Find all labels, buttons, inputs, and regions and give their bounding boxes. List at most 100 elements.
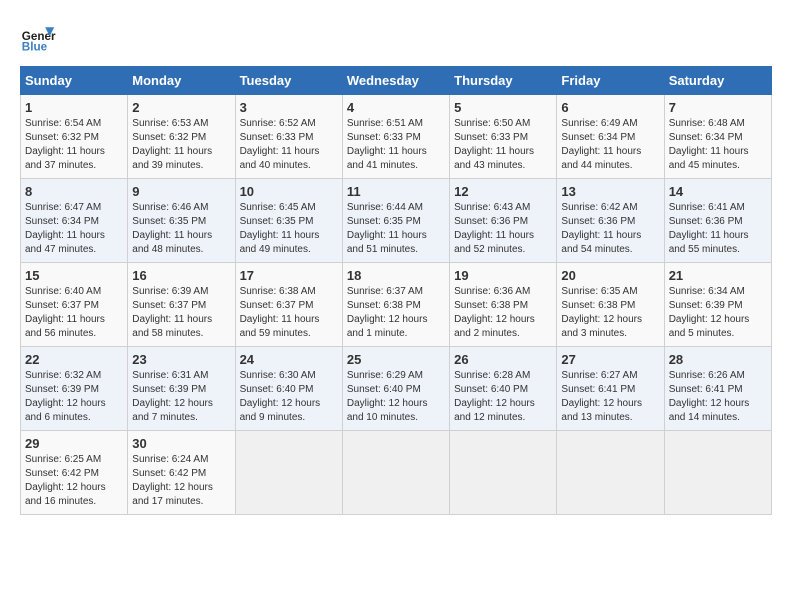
- day-number: 9: [132, 184, 230, 199]
- day-number: 7: [669, 100, 767, 115]
- day-info: Sunrise: 6:49 AMSunset: 6:34 PMDaylight:…: [561, 118, 641, 171]
- day-number: 27: [561, 352, 659, 367]
- day-info: Sunrise: 6:51 AMSunset: 6:33 PMDaylight:…: [347, 118, 427, 171]
- logo: General Blue: [20, 20, 56, 56]
- day-info: Sunrise: 6:40 AMSunset: 6:37 PMDaylight:…: [25, 286, 105, 339]
- day-info: Sunrise: 6:30 AMSunset: 6:40 PMDaylight:…: [240, 370, 321, 423]
- calendar-cell: [450, 431, 557, 515]
- calendar-cell: 17 Sunrise: 6:38 AMSunset: 6:37 PMDaylig…: [235, 263, 342, 347]
- day-number: 23: [132, 352, 230, 367]
- day-number: 25: [347, 352, 445, 367]
- calendar-cell: 16 Sunrise: 6:39 AMSunset: 6:37 PMDaylig…: [128, 263, 235, 347]
- calendar-cell: [235, 431, 342, 515]
- calendar-cell: 1 Sunrise: 6:54 AMSunset: 6:32 PMDayligh…: [21, 95, 128, 179]
- weekday-header-cell: Tuesday: [235, 67, 342, 95]
- day-number: 1: [25, 100, 123, 115]
- day-number: 8: [25, 184, 123, 199]
- day-info: Sunrise: 6:37 AMSunset: 6:38 PMDaylight:…: [347, 286, 428, 339]
- calendar-cell: 11 Sunrise: 6:44 AMSunset: 6:35 PMDaylig…: [342, 179, 449, 263]
- day-info: Sunrise: 6:32 AMSunset: 6:39 PMDaylight:…: [25, 370, 106, 423]
- calendar-week-row: 29 Sunrise: 6:25 AMSunset: 6:42 PMDaylig…: [21, 431, 772, 515]
- day-number: 20: [561, 268, 659, 283]
- logo-icon: General Blue: [20, 20, 56, 56]
- day-info: Sunrise: 6:53 AMSunset: 6:32 PMDaylight:…: [132, 118, 212, 171]
- day-info: Sunrise: 6:50 AMSunset: 6:33 PMDaylight:…: [454, 118, 534, 171]
- calendar-table: SundayMondayTuesdayWednesdayThursdayFrid…: [20, 66, 772, 515]
- calendar-cell: 14 Sunrise: 6:41 AMSunset: 6:36 PMDaylig…: [664, 179, 771, 263]
- calendar-cell: 10 Sunrise: 6:45 AMSunset: 6:35 PMDaylig…: [235, 179, 342, 263]
- calendar-cell: 29 Sunrise: 6:25 AMSunset: 6:42 PMDaylig…: [21, 431, 128, 515]
- day-number: 5: [454, 100, 552, 115]
- calendar-cell: 2 Sunrise: 6:53 AMSunset: 6:32 PMDayligh…: [128, 95, 235, 179]
- svg-text:Blue: Blue: [22, 41, 48, 54]
- day-info: Sunrise: 6:31 AMSunset: 6:39 PMDaylight:…: [132, 370, 213, 423]
- day-info: Sunrise: 6:42 AMSunset: 6:36 PMDaylight:…: [561, 202, 641, 255]
- calendar-cell: 12 Sunrise: 6:43 AMSunset: 6:36 PMDaylig…: [450, 179, 557, 263]
- day-number: 26: [454, 352, 552, 367]
- day-info: Sunrise: 6:25 AMSunset: 6:42 PMDaylight:…: [25, 454, 106, 507]
- day-info: Sunrise: 6:38 AMSunset: 6:37 PMDaylight:…: [240, 286, 320, 339]
- day-number: 28: [669, 352, 767, 367]
- day-info: Sunrise: 6:24 AMSunset: 6:42 PMDaylight:…: [132, 454, 213, 507]
- calendar-cell: 3 Sunrise: 6:52 AMSunset: 6:33 PMDayligh…: [235, 95, 342, 179]
- day-number: 4: [347, 100, 445, 115]
- day-info: Sunrise: 6:41 AMSunset: 6:36 PMDaylight:…: [669, 202, 749, 255]
- calendar-cell: 19 Sunrise: 6:36 AMSunset: 6:38 PMDaylig…: [450, 263, 557, 347]
- day-info: Sunrise: 6:54 AMSunset: 6:32 PMDaylight:…: [25, 118, 105, 171]
- weekday-header-cell: Thursday: [450, 67, 557, 95]
- day-number: 24: [240, 352, 338, 367]
- day-info: Sunrise: 6:46 AMSunset: 6:35 PMDaylight:…: [132, 202, 212, 255]
- weekday-header-cell: Saturday: [664, 67, 771, 95]
- day-number: 19: [454, 268, 552, 283]
- day-info: Sunrise: 6:47 AMSunset: 6:34 PMDaylight:…: [25, 202, 105, 255]
- calendar-body: 1 Sunrise: 6:54 AMSunset: 6:32 PMDayligh…: [21, 95, 772, 515]
- calendar-cell: 5 Sunrise: 6:50 AMSunset: 6:33 PMDayligh…: [450, 95, 557, 179]
- calendar-cell: 25 Sunrise: 6:29 AMSunset: 6:40 PMDaylig…: [342, 347, 449, 431]
- page-header: General Blue: [20, 20, 772, 56]
- day-number: 6: [561, 100, 659, 115]
- day-number: 18: [347, 268, 445, 283]
- day-number: 21: [669, 268, 767, 283]
- weekday-header-cell: Wednesday: [342, 67, 449, 95]
- calendar-cell: 7 Sunrise: 6:48 AMSunset: 6:34 PMDayligh…: [664, 95, 771, 179]
- weekday-header-cell: Friday: [557, 67, 664, 95]
- calendar-week-row: 8 Sunrise: 6:47 AMSunset: 6:34 PMDayligh…: [21, 179, 772, 263]
- day-number: 30: [132, 436, 230, 451]
- weekday-header-cell: Sunday: [21, 67, 128, 95]
- day-info: Sunrise: 6:36 AMSunset: 6:38 PMDaylight:…: [454, 286, 535, 339]
- calendar-cell: 23 Sunrise: 6:31 AMSunset: 6:39 PMDaylig…: [128, 347, 235, 431]
- day-info: Sunrise: 6:52 AMSunset: 6:33 PMDaylight:…: [240, 118, 320, 171]
- day-info: Sunrise: 6:27 AMSunset: 6:41 PMDaylight:…: [561, 370, 642, 423]
- day-number: 3: [240, 100, 338, 115]
- day-number: 16: [132, 268, 230, 283]
- day-number: 14: [669, 184, 767, 199]
- day-info: Sunrise: 6:35 AMSunset: 6:38 PMDaylight:…: [561, 286, 642, 339]
- calendar-week-row: 15 Sunrise: 6:40 AMSunset: 6:37 PMDaylig…: [21, 263, 772, 347]
- day-info: Sunrise: 6:45 AMSunset: 6:35 PMDaylight:…: [240, 202, 320, 255]
- calendar-cell: 24 Sunrise: 6:30 AMSunset: 6:40 PMDaylig…: [235, 347, 342, 431]
- weekday-header-cell: Monday: [128, 67, 235, 95]
- calendar-cell: [664, 431, 771, 515]
- day-info: Sunrise: 6:29 AMSunset: 6:40 PMDaylight:…: [347, 370, 428, 423]
- calendar-cell: 20 Sunrise: 6:35 AMSunset: 6:38 PMDaylig…: [557, 263, 664, 347]
- calendar-cell: 4 Sunrise: 6:51 AMSunset: 6:33 PMDayligh…: [342, 95, 449, 179]
- day-number: 13: [561, 184, 659, 199]
- calendar-cell: 27 Sunrise: 6:27 AMSunset: 6:41 PMDaylig…: [557, 347, 664, 431]
- calendar-cell: [342, 431, 449, 515]
- calendar-week-row: 22 Sunrise: 6:32 AMSunset: 6:39 PMDaylig…: [21, 347, 772, 431]
- day-number: 22: [25, 352, 123, 367]
- day-info: Sunrise: 6:48 AMSunset: 6:34 PMDaylight:…: [669, 118, 749, 171]
- day-number: 12: [454, 184, 552, 199]
- day-number: 17: [240, 268, 338, 283]
- calendar-cell: 13 Sunrise: 6:42 AMSunset: 6:36 PMDaylig…: [557, 179, 664, 263]
- calendar-cell: 21 Sunrise: 6:34 AMSunset: 6:39 PMDaylig…: [664, 263, 771, 347]
- day-info: Sunrise: 6:34 AMSunset: 6:39 PMDaylight:…: [669, 286, 750, 339]
- weekday-header-row: SundayMondayTuesdayWednesdayThursdayFrid…: [21, 67, 772, 95]
- calendar-cell: 26 Sunrise: 6:28 AMSunset: 6:40 PMDaylig…: [450, 347, 557, 431]
- calendar-cell: 8 Sunrise: 6:47 AMSunset: 6:34 PMDayligh…: [21, 179, 128, 263]
- calendar-cell: 18 Sunrise: 6:37 AMSunset: 6:38 PMDaylig…: [342, 263, 449, 347]
- calendar-cell: [557, 431, 664, 515]
- day-info: Sunrise: 6:26 AMSunset: 6:41 PMDaylight:…: [669, 370, 750, 423]
- day-info: Sunrise: 6:44 AMSunset: 6:35 PMDaylight:…: [347, 202, 427, 255]
- day-info: Sunrise: 6:28 AMSunset: 6:40 PMDaylight:…: [454, 370, 535, 423]
